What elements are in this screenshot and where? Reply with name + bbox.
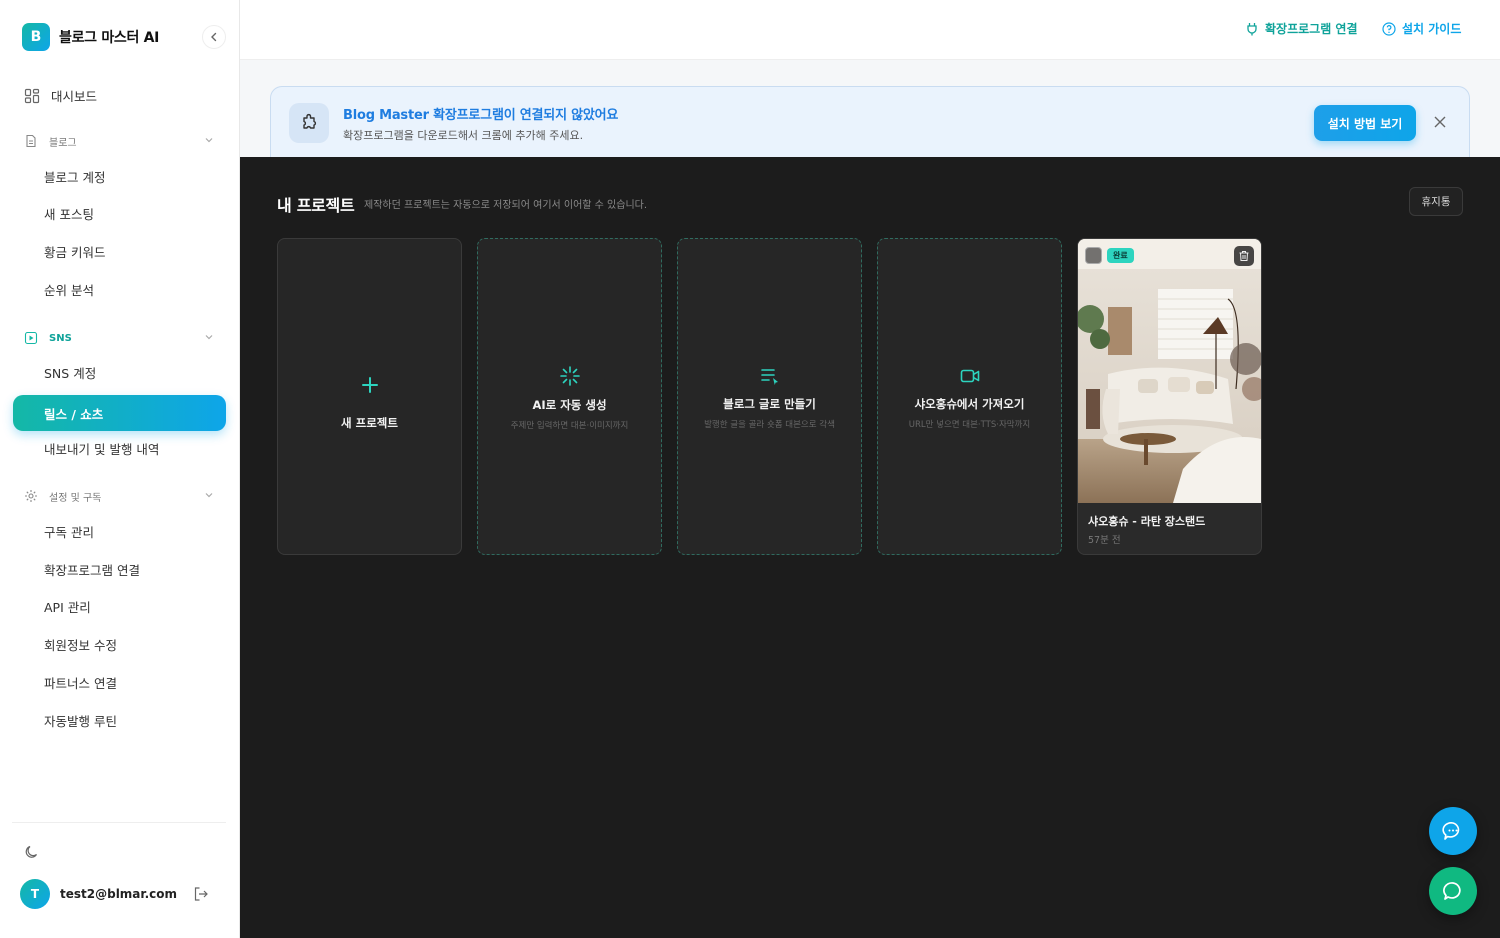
trash-button[interactable]: 휴지통	[1409, 187, 1463, 216]
project-time: 57분 전	[1088, 535, 1121, 546]
install-guide-label: 설치 가이드	[1402, 22, 1462, 36]
sidebar-item-subscription[interactable]: 구독 관리	[44, 524, 94, 542]
page-description: 제작하던 프로젝트는 자동으로 저장되어 여기서 이어할 수 있습니다.	[364, 200, 648, 211]
user-profile: T test2@blmar.com	[20, 879, 209, 909]
project-card[interactable]: 완료 샤오홍슈 - 라탄 장스탠드 57분 전	[1077, 238, 1262, 555]
xiaohongshu-import-card[interactable]: 샤오홍슈에서 가져오기 URL만 넣으면 대본·TTS·자막까지	[877, 238, 1062, 555]
sidebar-item-rank-analysis[interactable]: 순위 분석	[44, 282, 94, 300]
user-email: test2@blmar.com	[60, 887, 178, 901]
chevron-left-icon	[211, 32, 217, 42]
gear-icon	[25, 490, 37, 502]
card-title: 블로그 글로 만들기	[723, 397, 816, 411]
sidebar-item-new-post[interactable]: 새 포스팅	[44, 206, 94, 224]
card-title: AI로 자동 생성	[532, 398, 607, 412]
plus-icon	[361, 377, 378, 393]
status-badge: 완료	[1107, 248, 1134, 263]
sparkle-icon	[559, 366, 580, 386]
top-bar: 확장프로그램 연결 설치 가이드	[240, 0, 1500, 60]
sidebar-item-partners[interactable]: 파트너스 연결	[44, 675, 117, 693]
page-title: 내 프로젝트	[277, 196, 355, 215]
blog-convert-card[interactable]: 블로그 글로 만들기 발행한 글을 골라 숏폼 대본으로 각색	[677, 238, 862, 555]
project-thumbnail	[1078, 239, 1261, 503]
card-title: 새 프로젝트	[341, 416, 398, 430]
sidebar-section-label: 설정 및 구독	[49, 492, 102, 504]
sidebar-collapse-button[interactable]	[202, 25, 226, 49]
card-subtitle: 발행한 글을 골라 숏폼 대본으로 각색	[704, 420, 835, 430]
sidebar-item-reels-shorts[interactable]: 릴스 / 쇼츠	[13, 395, 226, 431]
avatar[interactable]: T	[20, 879, 50, 909]
sidebar-item-sns-account[interactable]: SNS 계정	[44, 365, 96, 383]
chat-dots-icon	[1442, 822, 1460, 840]
dashboard-icon	[24, 88, 40, 103]
plug-icon	[1247, 22, 1257, 35]
sidebar-item-api[interactable]: API 관리	[44, 599, 91, 617]
message-button[interactable]	[1429, 867, 1477, 915]
logout-icon[interactable]	[193, 886, 209, 902]
delete-button[interactable]	[1234, 246, 1254, 266]
document-icon	[26, 134, 36, 148]
sidebar-item-label: 대시보드	[51, 89, 98, 104]
brand-name: 블로그 마스터 AI	[59, 30, 160, 46]
video-icon	[960, 369, 979, 383]
close-icon[interactable]	[1432, 114, 1448, 130]
sidebar-item-auto-publish[interactable]: 자동발행 루틴	[44, 713, 117, 731]
trash-icon	[1239, 251, 1249, 261]
sidebar-section-sns[interactable]: SNS	[24, 329, 216, 347]
projects-area: 내 프로젝트 제작하던 프로젝트는 자동으로 저장되어 여기서 이어할 수 있습…	[240, 157, 1500, 938]
install-howto-button[interactable]: 설치 방법 보기	[1314, 105, 1416, 141]
project-title: 샤오홍슈 - 라탄 장스탠드	[1088, 515, 1206, 528]
extension-connect-label: 확장프로그램 연결	[1265, 22, 1358, 36]
moon-icon[interactable]	[24, 844, 40, 860]
sidebar: B 블로그 마스터 AI 대시보드 블로그 블로그 계정 새 포스팅 황금 키워…	[0, 0, 240, 938]
card-title: 샤오홍슈에서 가져오기	[914, 397, 1025, 411]
ai-generate-card[interactable]: AI로 자동 생성 주제만 입력하면 대본·이미지까지	[477, 238, 662, 555]
sidebar-section-settings[interactable]: 설정 및 구독	[24, 487, 216, 505]
sidebar-item-blog-account[interactable]: 블로그 계정	[44, 169, 105, 187]
banner-title: Blog Master 확장프로그램이 연결되지 않았어요	[343, 108, 619, 123]
sidebar-item-label: 릴스 / 쇼츠	[44, 407, 104, 422]
puzzle-icon	[289, 103, 329, 143]
text-list-icon	[760, 369, 778, 385]
sidebar-item-golden-keyword[interactable]: 황금 키워드	[44, 244, 105, 262]
play-square-icon	[24, 331, 38, 345]
banner-subtitle: 확장프로그램을 다운로드해서 크롬에 추가해 주세요.	[343, 129, 584, 142]
sidebar-item-profile[interactable]: 회원정보 수정	[44, 637, 117, 655]
chevron-down-icon	[205, 335, 213, 340]
new-project-card[interactable]: 새 프로젝트	[277, 238, 462, 555]
sidebar-item-dashboard[interactable]: 대시보드	[24, 86, 97, 105]
sidebar-section-label: 블로그	[49, 137, 77, 149]
extension-warning-banner: Blog Master 확장프로그램이 연결되지 않았어요 확장프로그램을 다운…	[270, 86, 1470, 158]
chat-support-button[interactable]	[1429, 807, 1477, 855]
chevron-down-icon	[205, 493, 213, 498]
chevron-down-icon	[205, 138, 213, 143]
extension-connect-link[interactable]: 확장프로그램 연결	[1245, 20, 1358, 37]
brand-logo: B	[22, 23, 50, 51]
install-guide-link[interactable]: 설치 가이드	[1382, 20, 1461, 37]
sidebar-section-label: SNS	[49, 332, 72, 344]
chat-bubble-icon	[1443, 882, 1461, 900]
select-checkbox[interactable]	[1085, 247, 1102, 264]
sidebar-item-extension[interactable]: 확장프로그램 연결	[44, 562, 140, 580]
sidebar-section-blog[interactable]: 블로그	[24, 132, 216, 150]
help-circle-icon	[1382, 21, 1396, 36]
brand[interactable]: B 블로그 마스터 AI	[22, 22, 159, 52]
card-subtitle: 주제만 입력하면 대본·이미지까지	[510, 421, 629, 431]
card-subtitle: URL만 넣으면 대본·TTS·자막까지	[908, 420, 1031, 430]
sidebar-item-export-history[interactable]: 내보내기 및 발행 내역	[44, 441, 159, 459]
sidebar-divider	[12, 822, 226, 823]
